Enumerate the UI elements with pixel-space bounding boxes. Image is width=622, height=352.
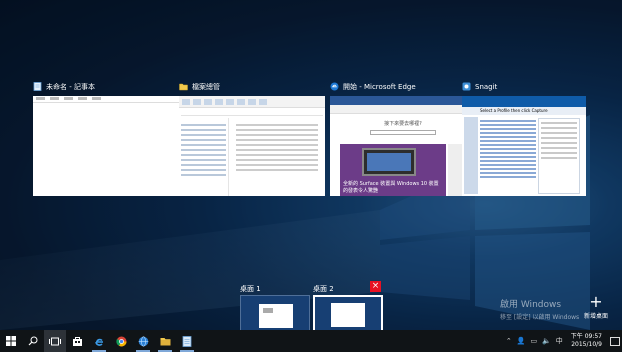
start-button[interactable] — [0, 330, 22, 352]
store-button[interactable] — [66, 330, 88, 352]
window-thumbnail-notepad[interactable]: 未命名 - 記事本 — [33, 80, 179, 196]
search-label: 接下來要去哪裡? — [384, 121, 422, 127]
file-explorer-button[interactable] — [154, 330, 176, 352]
sidebar — [464, 117, 478, 194]
show-hidden-icons-icon[interactable]: ⌃ — [506, 337, 512, 345]
window-title-bar: 開始 - Microsoft Edge — [330, 80, 476, 93]
new-desktop-label: 新增桌面 — [583, 313, 608, 320]
chrome-button[interactable] — [110, 330, 132, 352]
input-method-indicator[interactable]: 中 — [556, 336, 563, 346]
action-center-icon[interactable] — [610, 336, 620, 346]
window-title: 開始 - Microsoft Edge — [343, 82, 416, 91]
window-title: Snagit — [475, 82, 498, 91]
notepad-icon — [182, 335, 192, 347]
profile-header: Select a Profile then click Capture — [462, 107, 586, 115]
search-box — [370, 130, 436, 135]
file-list — [233, 118, 321, 196]
window-preview: 接下來要去哪裡? 全新的 Surface 裝置與 Windows 10 裝置的發… — [330, 96, 476, 196]
activation-title: 啟用 Windows — [500, 300, 562, 310]
task-view-icon — [49, 337, 61, 345]
new-desktop-button[interactable]: + 新增桌面 — [576, 292, 616, 321]
task-view-button[interactable] — [44, 330, 66, 352]
settings-panel — [538, 118, 580, 194]
window-preview — [33, 96, 179, 196]
window-thumbnail-edge[interactable]: 開始 - Microsoft Edge 接下來要去哪裡? 全新的 Surface… — [330, 80, 476, 196]
menu-bar — [33, 96, 179, 103]
taskbar: ⌃ 👤 ▭ 🔈 中 下午 09:57 2015/10/9 — [0, 330, 622, 352]
chrome-icon — [115, 336, 126, 346]
folder-icon — [179, 82, 188, 91]
mini-window — [331, 303, 365, 327]
desktop-label: 桌面 1 — [240, 285, 261, 293]
network-icon[interactable]: ▭ — [530, 337, 537, 345]
system-tray: ⌃ 👤 ▭ 🔈 中 下午 09:57 2015/10/9 — [506, 330, 620, 352]
window-thumbnail-explorer[interactable]: 檔案總管 — [179, 80, 325, 196]
close-desktop-icon[interactable]: × — [370, 281, 381, 292]
tab-bar — [330, 96, 476, 105]
clock-time: 下午 09:57 — [570, 333, 602, 340]
window-title-bar: 未命名 - 記事本 — [33, 80, 179, 93]
navigation-pane — [179, 118, 229, 196]
search-icon — [28, 336, 38, 346]
volume-icon[interactable]: 🔈 — [542, 337, 551, 345]
activation-hint: 移至 [設定] 以啟用 Windows — [500, 314, 580, 321]
edge-icon — [330, 82, 339, 91]
file-explorer-icon — [160, 338, 170, 346]
desktop-1-thumbnail[interactable]: 桌面 1 — [240, 284, 310, 335]
globe-icon — [138, 335, 148, 347]
news-headline: 全新的 Surface 裝置與 Windows 10 裝置的發表令人驚艷 — [343, 181, 439, 194]
edge-taskbar-button[interactable] — [88, 330, 110, 352]
edge-icon — [94, 338, 103, 346]
start-icon — [6, 336, 16, 346]
globe-app-button[interactable] — [132, 330, 154, 352]
clock[interactable]: 下午 09:57 2015/10/9 — [571, 333, 602, 349]
window-title: 未命名 - 記事本 — [46, 82, 95, 91]
start-page-search: 接下來要去哪裡? — [366, 120, 440, 136]
news-card: 全新的 Surface 裝置與 Windows 10 裝置的發表令人驚艷 — [340, 144, 446, 196]
ribbon — [179, 96, 325, 108]
window-title: 檔案總管 — [192, 82, 220, 91]
notepad-icon — [33, 82, 42, 91]
activation-watermark: 啟用 Windows 移至 [設定] 以啟用 Windows — [500, 297, 579, 321]
address-bar — [181, 108, 323, 116]
clock-date: 2015/10/9 — [571, 341, 602, 348]
address-bar — [330, 105, 476, 114]
snagit-icon — [462, 82, 471, 91]
laptop-image — [362, 148, 416, 176]
desktop-preview — [240, 295, 310, 335]
window-thumbnail-snagit[interactable]: Snagit Select a Profile then click Captu… — [462, 80, 586, 196]
profile-list — [480, 118, 536, 194]
search-button[interactable] — [22, 330, 44, 352]
desktop-preview — [313, 295, 383, 335]
plus-icon: + — [589, 292, 603, 311]
app-header — [462, 96, 586, 107]
window-title-bar: Snagit — [462, 80, 586, 93]
window-preview: Select a Profile then click Capture — [462, 96, 586, 196]
window-title-bar: 檔案總管 — [179, 80, 325, 93]
store-icon — [72, 336, 82, 346]
window-preview — [179, 96, 325, 196]
mini-window-detail — [263, 308, 273, 313]
notepad-taskbar-button[interactable] — [176, 330, 198, 352]
people-icon[interactable]: 👤 — [517, 337, 526, 345]
